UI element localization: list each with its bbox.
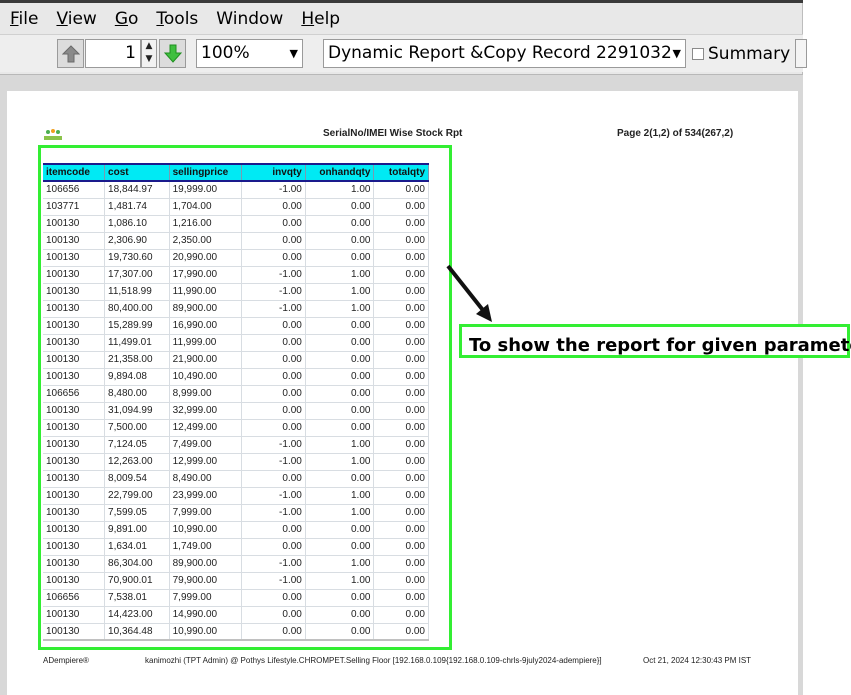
summary-label: Summary (708, 44, 791, 64)
arrow-up-icon (62, 45, 80, 63)
toolbar: 1 ▲ ▼ 100% ▼ Dynamic Report &Copy Record… (0, 34, 807, 72)
arrow-down-icon (164, 44, 182, 63)
page-number-field[interactable]: 1 (85, 39, 141, 68)
zoom-value: 100% (201, 43, 250, 63)
callout-arrow-icon (446, 264, 492, 322)
zoom-select[interactable]: 100% ▼ (196, 39, 303, 68)
menu-view[interactable]: View (56, 9, 96, 29)
menu-help[interactable]: Help (301, 9, 340, 29)
chevron-down-icon: ▼ (289, 47, 298, 60)
page-spinner[interactable]: ▲ ▼ (141, 39, 157, 68)
footer-timestamp: Oct 21, 2024 12:30:43 PM IST (643, 656, 752, 665)
page-info: Page 2(1,2) of 534(267,2) (617, 128, 734, 139)
toolbar-overflow-button[interactable] (795, 39, 807, 68)
footer-brand: ADempiere® (43, 656, 89, 665)
menu-file[interactable]: File (10, 9, 38, 29)
report-type-select[interactable]: Dynamic Report &Copy Record 2291032 ▼ (323, 39, 686, 68)
spinner-up-icon[interactable]: ▲ (142, 40, 156, 53)
spinner-down-icon[interactable]: ▼ (142, 53, 156, 66)
chevron-down-icon: ▼ (672, 40, 681, 67)
menu-tools[interactable]: Tools (156, 9, 198, 29)
report-type-value: Dynamic Report &Copy Record 2291032 (328, 43, 672, 63)
table-highlight-box (38, 145, 452, 650)
summary-checkbox[interactable] (692, 48, 704, 60)
menu-bar: File View Go Tools Window Help (0, 4, 803, 34)
menu-go[interactable]: Go (115, 9, 139, 29)
footer-session-info: kanimozhi (TPT Admin) @ Pothys Lifestyle… (145, 656, 602, 665)
menu-window[interactable]: Window (216, 9, 283, 29)
window-top-border (0, 0, 803, 3)
report-title: SerialNo/IMEI Wise Stock Rpt (323, 128, 463, 139)
company-logo-icon (44, 129, 62, 140)
previous-page-button[interactable] (57, 39, 84, 68)
callout-label: To show the report for given parameter (459, 324, 851, 358)
next-page-button[interactable] (159, 39, 186, 68)
summary-toggle[interactable]: Summary (692, 44, 790, 64)
